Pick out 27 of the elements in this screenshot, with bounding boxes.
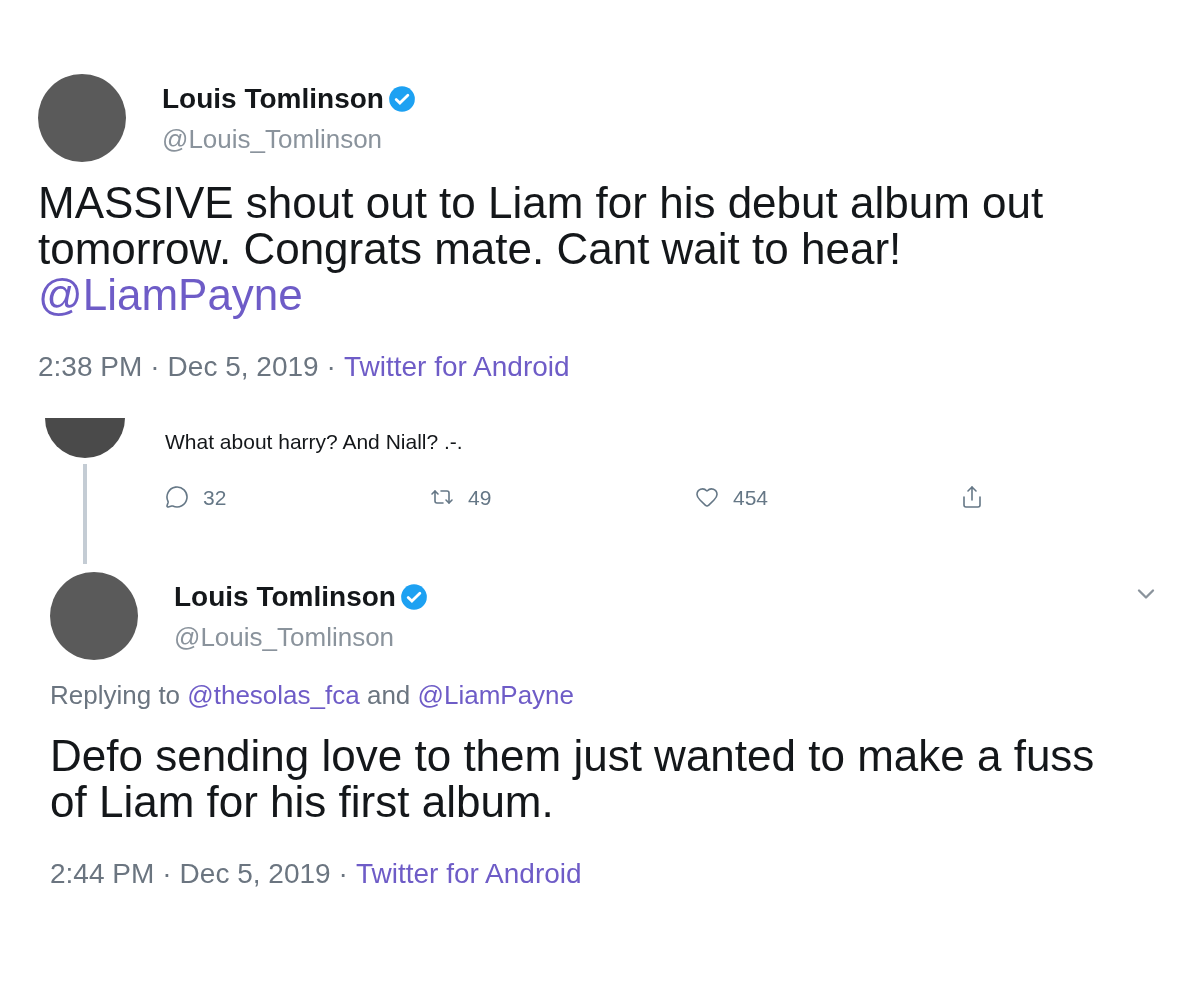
heart-icon[interactable] xyxy=(695,485,719,510)
mention-link[interactable]: @thesolas_fca xyxy=(187,680,360,710)
action-count: 49 xyxy=(468,484,492,511)
action-count: 454 xyxy=(733,484,769,511)
timestamp: 2:38 PM xyxy=(38,350,143,384)
author-name[interactable]: Louis Tomlinson xyxy=(174,575,396,618)
reply-icon[interactable] xyxy=(165,485,189,510)
tweet-text: Defo sending love to them just wanted to make a fuss of Liam for his first album. xyxy=(50,733,1096,825)
source-link[interactable]: Twitter for Android xyxy=(355,853,582,895)
separator: · xyxy=(326,350,336,384)
author-name[interactable]: Louis Tomlinson xyxy=(162,77,384,120)
author-handle[interactable]: @Louis_Tomlinson xyxy=(174,617,1096,657)
mention-link[interactable]: @LiamPayne xyxy=(38,272,303,318)
timestamp: 2:44 PM xyxy=(50,857,155,891)
replying-to-text: Replying to @thesolas_fca and @LiamPayne xyxy=(50,679,576,712)
action-count: 32 xyxy=(203,484,227,511)
separator: · xyxy=(150,350,160,384)
timestamp: Dec 5, 2019 xyxy=(179,857,331,891)
separator: · xyxy=(162,857,172,891)
tweet-text: MASSIVE shout out to Liam for his debut album out tomorrow. Congrats mate. Cant wait to hear! @LiamPayne xyxy=(38,180,1045,318)
timestamp: Dec 5, 2019 xyxy=(167,350,319,384)
share-icon[interactable] xyxy=(960,485,984,510)
source-link[interactable]: Twitter for Android xyxy=(343,346,570,388)
author-handle[interactable]: @Louis_Tomlinson xyxy=(162,119,1200,159)
reply-text: What about harry? And Niall? .-. xyxy=(165,429,464,455)
mention-link[interactable]: @LiamPayne xyxy=(417,680,575,710)
separator: · xyxy=(338,857,348,891)
